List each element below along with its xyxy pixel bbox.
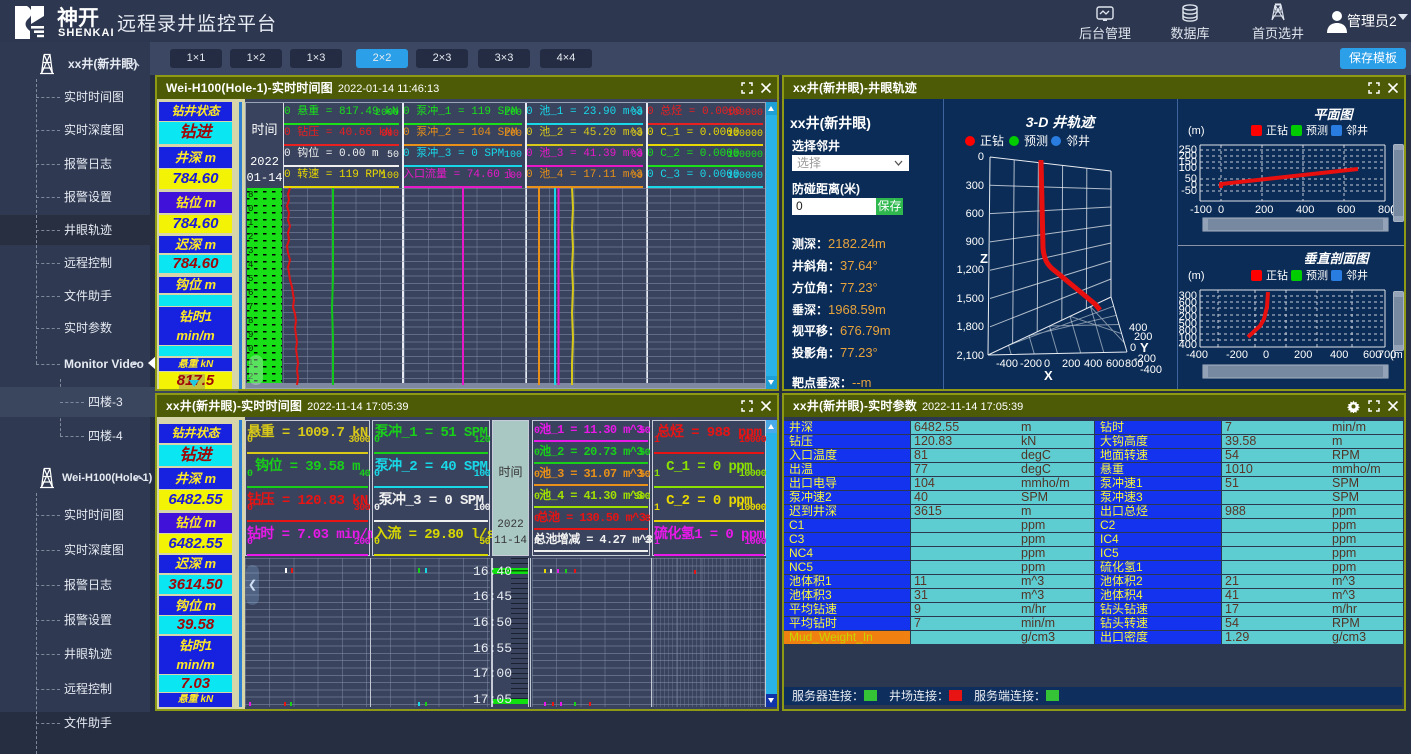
svg-text:0: 0 — [1218, 204, 1224, 216]
svg-text:2,100: 2,100 — [956, 350, 984, 362]
svg-text:(m): (m) — [1188, 270, 1205, 282]
svg-text:Z: Z — [980, 251, 988, 266]
svg-text:300: 300 — [966, 180, 984, 192]
svg-text:预测: 预测 — [1024, 134, 1048, 148]
svg-text:-400: -400 — [1186, 349, 1208, 361]
svg-text:正钻: 正钻 — [980, 133, 1004, 148]
svg-text:200: 200 — [1255, 204, 1273, 216]
svg-text:邻井: 邻井 — [1346, 268, 1368, 282]
svg-text:正钻: 正钻 — [1266, 268, 1288, 282]
svg-text:-100: -100 — [1190, 204, 1212, 216]
svg-text:正钻: 正钻 — [1266, 123, 1288, 137]
svg-text:900: 900 — [966, 236, 984, 248]
svg-text:600: 600 — [1337, 204, 1355, 216]
svg-text:平面图: 平面图 — [1313, 107, 1354, 122]
svg-text:-400: -400 — [1140, 364, 1162, 376]
svg-text:200: 200 — [1062, 358, 1080, 370]
svg-text:垂直剖面图: 垂直剖面图 — [1303, 251, 1370, 266]
svg-text:预测: 预测 — [1306, 269, 1328, 282]
svg-text:-50: -50 — [1181, 185, 1197, 197]
svg-text:1,500: 1,500 — [956, 293, 984, 305]
svg-text:(m): (m) — [1188, 125, 1205, 137]
svg-text:-200: -200 — [1020, 358, 1042, 370]
svg-text:0: 0 — [1263, 349, 1269, 361]
svg-text:预测: 预测 — [1306, 124, 1328, 137]
svg-text:-400: -400 — [996, 358, 1018, 370]
svg-text:X: X — [1044, 368, 1053, 383]
svg-text:邻井: 邻井 — [1346, 123, 1368, 137]
svg-text:200: 200 — [1294, 349, 1312, 361]
svg-text:400: 400 — [1296, 204, 1314, 216]
svg-text:1,800: 1,800 — [956, 321, 984, 333]
svg-text:-200: -200 — [1226, 349, 1248, 361]
svg-text:3-D 井轨迹: 3-D 井轨迹 — [1026, 114, 1097, 130]
svg-text:400: 400 — [1330, 349, 1348, 361]
svg-text:邻井: 邻井 — [1066, 134, 1090, 148]
svg-text:600: 600 — [1106, 358, 1124, 370]
svg-text:600: 600 — [966, 208, 984, 220]
svg-text:400: 400 — [1084, 358, 1102, 370]
svg-text:0: 0 — [978, 151, 984, 163]
